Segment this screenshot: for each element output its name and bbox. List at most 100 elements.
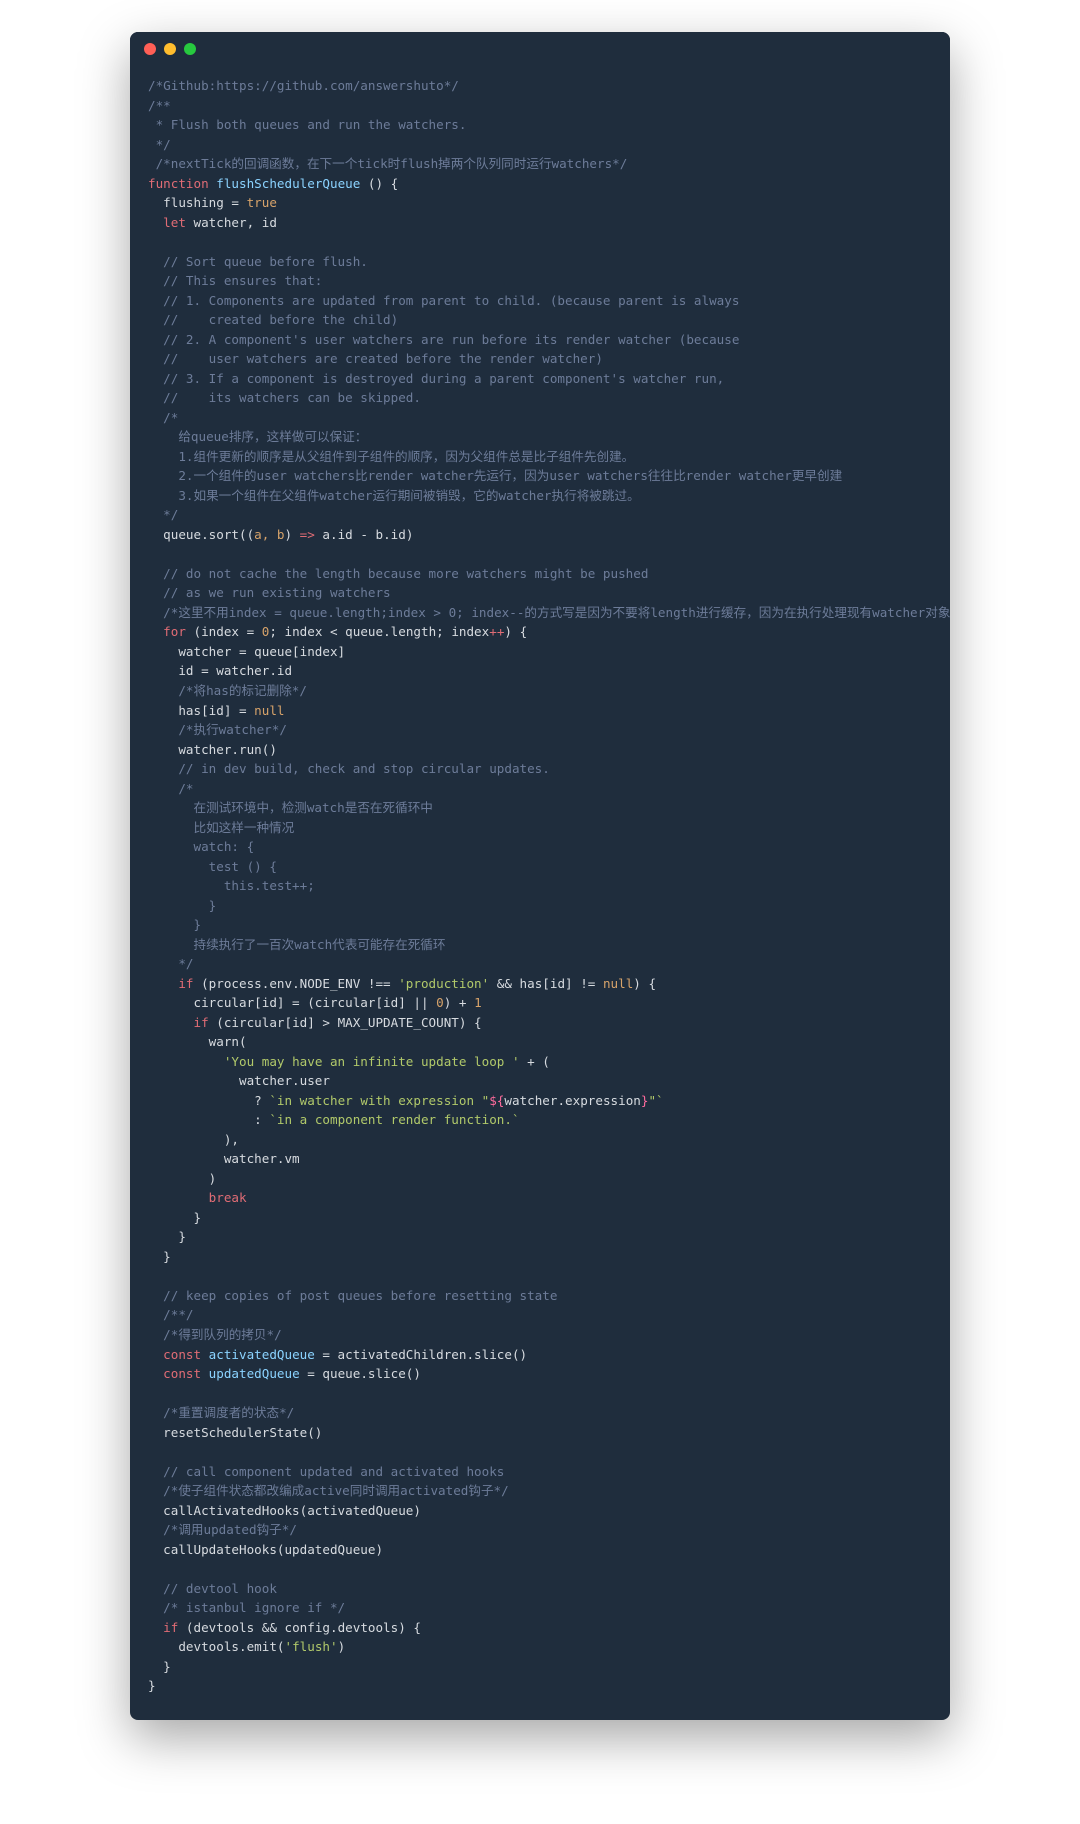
- close-icon[interactable]: [144, 43, 156, 55]
- code-text: circular[id] = (circular[id] ||: [148, 995, 436, 1010]
- code-comment: /**: [148, 98, 171, 113]
- code-comment: // keep copies of post queues before res…: [148, 1288, 557, 1303]
- code-string: `in a component render function.`: [269, 1112, 519, 1127]
- code-string: 'You may have an infinite update loop ': [224, 1054, 520, 1069]
- code-text: flushing =: [148, 195, 247, 210]
- code-text: }: [148, 1210, 201, 1225]
- code-param: a, b: [254, 527, 284, 542]
- code-text: resetSchedulerState(): [148, 1425, 322, 1440]
- code-text: ) {: [633, 976, 656, 991]
- code-text: && has[id] !=: [489, 976, 603, 991]
- code-op: ++: [489, 624, 504, 639]
- code-text: watcher.user: [148, 1073, 330, 1088]
- code-var: updatedQueue: [201, 1366, 300, 1381]
- code-text: queue.sort((: [148, 527, 254, 542]
- code-text: watcher, id: [186, 215, 277, 230]
- code-comment: 比如这样一种情况: [148, 820, 294, 835]
- code-comment: // 3. If a component is destroyed during…: [148, 371, 724, 386]
- code-text: }: [148, 1229, 186, 1244]
- code-template: ${: [489, 1093, 504, 1108]
- code-text: + (: [520, 1054, 550, 1069]
- code-comment: */: [148, 956, 194, 971]
- code-text: ; index < queue.length; index: [269, 624, 489, 639]
- code-text: = activatedChildren.slice(): [315, 1347, 527, 1362]
- code-comment: }: [148, 898, 216, 913]
- code-keyword: const: [148, 1366, 201, 1381]
- code-comment: // Sort queue before flush.: [148, 254, 368, 269]
- code-text: }: [148, 1678, 156, 1693]
- code-comment: // call component updated and activated …: [148, 1464, 504, 1479]
- code-comment: * Flush both queues and run the watchers…: [148, 117, 466, 132]
- code-comment: 在测试环境中，检测watch是否在死循环中: [148, 800, 433, 815]
- code-comment: /*Github:https://github.com/answershuto*…: [148, 78, 459, 93]
- code-keyword: const: [148, 1347, 201, 1362]
- code-text: = queue.slice(): [300, 1366, 421, 1381]
- code-text: id = watcher.id: [148, 663, 292, 678]
- code-comment: // 2. A component's user watchers are ru…: [148, 332, 739, 347]
- code-comment: /*执行watcher*/: [148, 722, 287, 737]
- code-comment: /*重置调度者的状态*/: [148, 1405, 294, 1420]
- code-text: (process.env.NODE_ENV !==: [194, 976, 399, 991]
- code-comment: 1.组件更新的顺序是从父组件到子组件的顺序，因为父组件总是比子组件先创建。: [148, 449, 634, 464]
- code-keyword: if: [148, 976, 194, 991]
- code-text: ) {: [504, 624, 527, 639]
- code-comment: /*调用updated钩子*/: [148, 1522, 297, 1537]
- code-string: 'flush': [284, 1639, 337, 1654]
- code-comment: // 1. Components are updated from parent…: [148, 293, 739, 308]
- code-text: ): [148, 1171, 216, 1186]
- code-comment: */: [148, 137, 171, 152]
- code-comment: this.test++;: [148, 878, 315, 893]
- code-keyword: null: [603, 976, 633, 991]
- code-arrow: =>: [300, 527, 315, 542]
- code-text: [148, 1054, 224, 1069]
- minimize-icon[interactable]: [164, 43, 176, 55]
- maximize-icon[interactable]: [184, 43, 196, 55]
- code-keyword: break: [209, 1190, 247, 1205]
- code-string: "`: [648, 1093, 663, 1108]
- code-text: watcher.expression: [504, 1093, 640, 1108]
- code-comment: /*得到队列的拷贝*/: [148, 1327, 282, 1342]
- code-comment: // do not cache the length because more …: [148, 566, 648, 581]
- code-comment: 持续执行了一百次watch代表可能存在死循环: [148, 937, 446, 952]
- code-text: watcher.run(): [148, 742, 277, 757]
- code-comment: /*nextTick的回调函数，在下一个tick时flush掉两个队列同时运行w…: [148, 156, 627, 171]
- code-comment: */: [148, 507, 178, 522]
- code-text: ),: [148, 1132, 239, 1147]
- code-comment: // as we run existing watchers: [148, 585, 391, 600]
- code-keyword: if: [148, 1620, 178, 1635]
- code-window: /*Github:https://github.com/answershuto*…: [130, 32, 950, 1720]
- code-comment: // user watchers are created before the …: [148, 351, 603, 366]
- code-comment: watch: {: [148, 839, 254, 854]
- code-comment: }: [148, 917, 201, 932]
- code-comment: /*将has的标记删除*/: [148, 683, 307, 698]
- code-var: activatedQueue: [201, 1347, 315, 1362]
- code-comment: // This ensures that:: [148, 273, 322, 288]
- code-comment: 给queue排序，这样做可以保证：: [148, 429, 367, 444]
- code-keyword: null: [254, 703, 284, 718]
- code-keyword: function: [148, 176, 209, 191]
- code-comment: // its watchers can be skipped.: [148, 390, 421, 405]
- code-text: devtools.emit(: [148, 1639, 284, 1654]
- code-block: /*Github:https://github.com/answershuto*…: [148, 76, 932, 1696]
- code-string: `in watcher with expression ": [269, 1093, 489, 1108]
- code-keyword: true: [247, 195, 277, 210]
- code-text: :: [148, 1112, 269, 1127]
- code-string: 'production': [398, 976, 489, 991]
- code-comment: 3.如果一个组件在父组件watcher运行期间被销毁，它的watcher执行将被…: [148, 488, 640, 503]
- code-text: (index =: [186, 624, 262, 639]
- code-comment: // devtool hook: [148, 1581, 277, 1596]
- code-comment: /**/: [148, 1307, 194, 1322]
- code-text: watcher.vm: [148, 1151, 300, 1166]
- code-comment: /*这里不用index = queue.length;index > 0; in…: [148, 605, 950, 620]
- code-func: flushSchedulerQueue: [209, 176, 361, 191]
- code-text: [148, 1190, 209, 1205]
- code-text: warn(: [148, 1034, 247, 1049]
- code-text: ?: [148, 1093, 269, 1108]
- titlebar: [130, 32, 950, 66]
- code-comment: test () {: [148, 859, 277, 874]
- code-keyword: for: [148, 624, 186, 639]
- code-text: has[id] =: [148, 703, 254, 718]
- code-text: ): [338, 1639, 346, 1654]
- code-text: (devtools && config.devtools) {: [178, 1620, 421, 1635]
- code-text: }: [148, 1249, 171, 1264]
